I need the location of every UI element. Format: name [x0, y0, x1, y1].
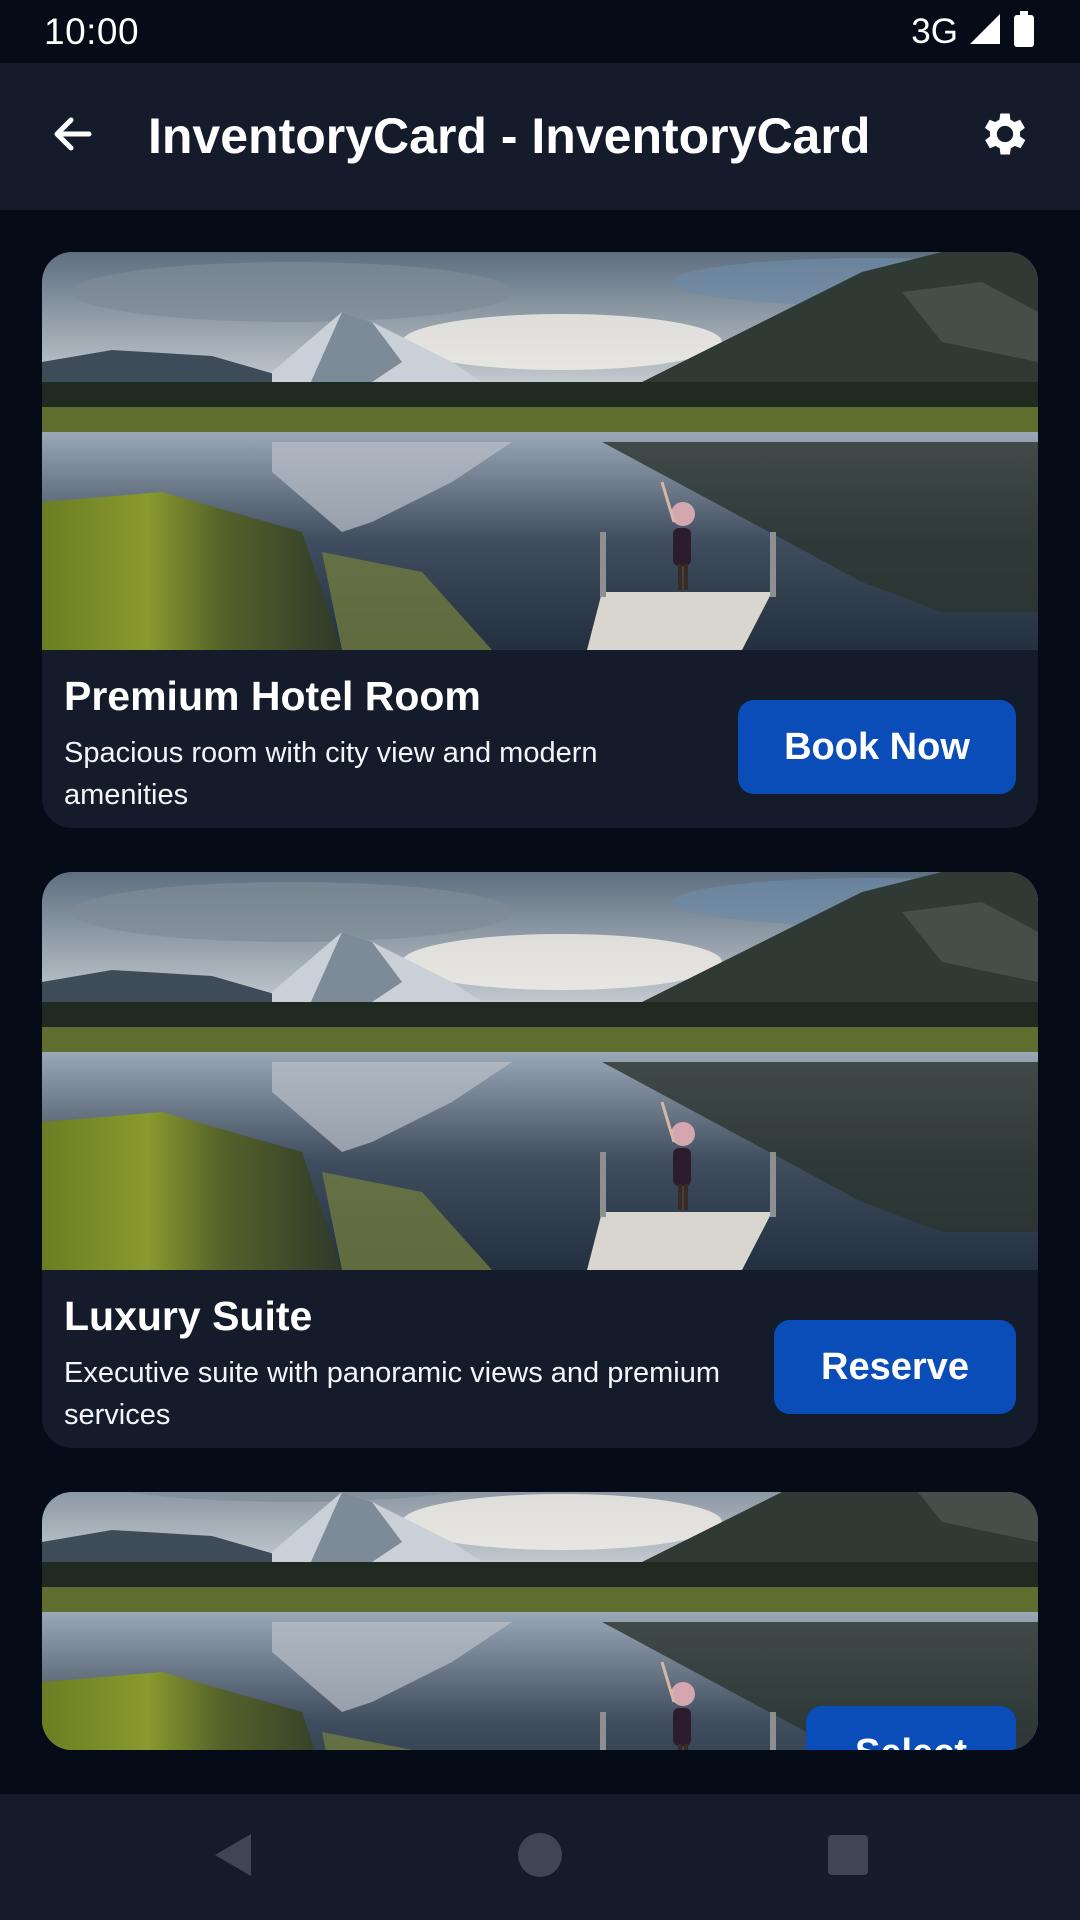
back-button[interactable]: [40, 103, 106, 169]
settings-button[interactable]: [972, 103, 1038, 169]
triangle-back-icon: [211, 1832, 257, 1883]
inventory-card[interactable]: Luxury Suite Executive suite with panora…: [42, 872, 1038, 1448]
card-list[interactable]: Premium Hotel Room Spacious room with ci…: [0, 210, 1080, 1794]
system-nav-bar: [0, 1794, 1080, 1920]
status-bar: 10:00 3G: [0, 0, 1080, 63]
circle-home-icon: [517, 1832, 563, 1883]
signal-icon: [968, 12, 1002, 51]
network-type: 3G: [911, 11, 958, 51]
page-title: InventoryCard - InventoryCard: [148, 108, 871, 164]
card-body: Luxury Suite Executive suite with panora…: [42, 1270, 1038, 1448]
card-body: Premium Hotel Room Spacious room with ci…: [42, 650, 1038, 828]
status-icons: 3G: [911, 11, 1036, 52]
card-image: [42, 252, 1038, 650]
arrow-back-icon: [49, 110, 97, 163]
reserve-button[interactable]: Reserve: [774, 1320, 1016, 1414]
inventory-card[interactable]: Select: [42, 1492, 1038, 1750]
square-recents-icon: [827, 1834, 869, 1881]
nav-recents-button[interactable]: [818, 1827, 878, 1887]
select-button[interactable]: Select: [806, 1706, 1016, 1750]
card-description: Spacious room with city view and modern …: [64, 737, 598, 811]
book-now-button[interactable]: Book Now: [738, 700, 1016, 794]
inventory-card[interactable]: Premium Hotel Room Spacious room with ci…: [42, 252, 1038, 828]
gear-icon: [977, 106, 1033, 167]
status-time: 10:00: [44, 10, 140, 52]
nav-back-button[interactable]: [204, 1827, 264, 1887]
app-bar: InventoryCard - InventoryCard: [0, 63, 1080, 210]
battery-icon: [1012, 11, 1036, 52]
card-description: Executive suite with panoramic views and…: [64, 1357, 720, 1431]
card-image: [42, 872, 1038, 1270]
nav-home-button[interactable]: [510, 1827, 570, 1887]
